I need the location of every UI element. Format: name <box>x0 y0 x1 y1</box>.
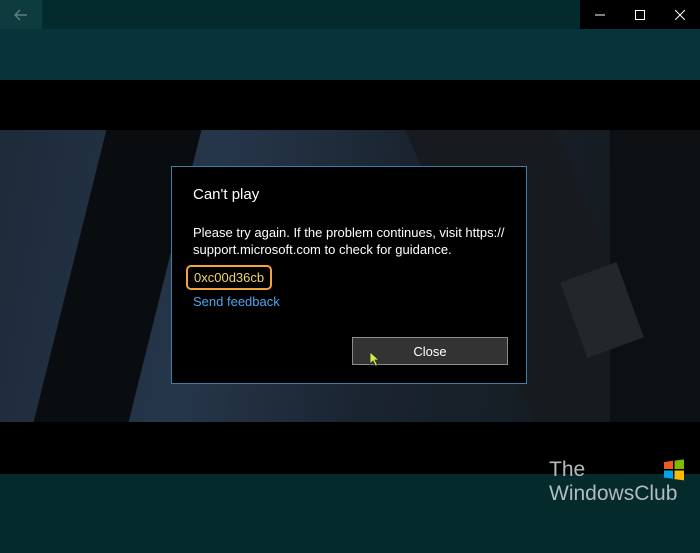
watermark-line2: WindowsClub <box>549 482 678 505</box>
maximize-button[interactable] <box>620 0 660 29</box>
maximize-icon <box>635 9 645 20</box>
error-dialog: Can't play Please try again. If the prob… <box>171 166 527 384</box>
back-arrow-icon <box>14 9 27 20</box>
close-window-button[interactable] <box>660 0 700 29</box>
minimize-icon <box>595 14 605 15</box>
close-icon <box>675 9 685 20</box>
watermark-line1: The <box>549 458 586 481</box>
title-bar <box>0 0 700 29</box>
minimize-button[interactable] <box>580 0 620 29</box>
top-band <box>0 29 700 80</box>
scene-beam-right-edge <box>610 130 700 422</box>
error-code: 0xc00d36cb <box>186 265 273 290</box>
dialog-title: Can't play <box>193 186 260 203</box>
back-button[interactable] <box>0 0 42 29</box>
window-controls <box>580 0 700 29</box>
watermark: The WindowsClub <box>549 458 694 508</box>
send-feedback-link[interactable]: Send feedback <box>193 294 280 309</box>
dialog-message: Please try again. If the problem continu… <box>193 225 505 257</box>
letterbox-top <box>0 80 700 130</box>
mouse-cursor-icon <box>369 351 381 367</box>
windows-logo-icon <box>664 459 684 481</box>
